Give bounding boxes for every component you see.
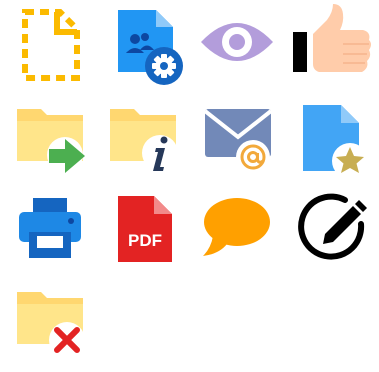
folder-delete-icon[interactable] <box>5 282 95 372</box>
folder-info-icon[interactable] <box>98 95 188 185</box>
folder-move-icon[interactable] <box>5 95 95 185</box>
pdf-file-icon[interactable]: PDF <box>98 188 188 278</box>
icon-grid: PDF <box>0 0 379 361</box>
speech-bubble-icon[interactable] <box>193 188 283 278</box>
eye-icon[interactable] <box>193 0 283 90</box>
document-star-icon[interactable] <box>287 95 377 185</box>
dashed-document-icon[interactable] <box>5 0 95 90</box>
edit-circle-icon[interactable] <box>287 188 377 278</box>
shared-document-settings-icon[interactable] <box>98 0 188 90</box>
printer-icon[interactable] <box>5 188 95 278</box>
email-at-icon[interactable] <box>193 95 283 185</box>
thumbs-up-icon[interactable] <box>287 0 377 90</box>
pdf-label: PDF <box>128 231 162 250</box>
